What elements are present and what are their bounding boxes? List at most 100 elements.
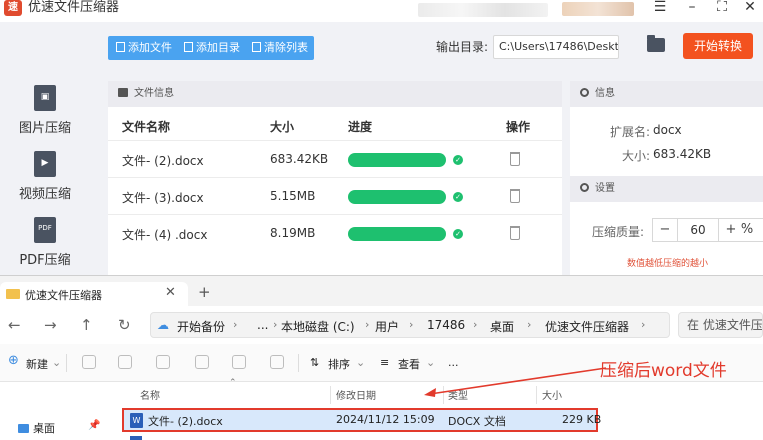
close-tab-icon[interactable]: ✕ xyxy=(165,285,176,300)
output-dir-label: 输出目录: xyxy=(436,40,489,54)
column-header-name[interactable]: 名称 xyxy=(140,387,160,402)
extension-value: docx xyxy=(653,123,682,137)
info-header: 信息 xyxy=(570,81,763,107)
check-icon: ✓ xyxy=(453,155,463,165)
column-header-name: 文件名称 xyxy=(122,120,171,134)
table-row[interactable]: 文件- (4) .docx 8.19MB ✓ xyxy=(108,214,562,251)
decrease-button[interactable]: − xyxy=(653,219,677,241)
start-convert-button[interactable]: 开始转换 xyxy=(683,33,753,59)
breadcrumb[interactable]: 本地磁盘 (C:) xyxy=(281,318,355,335)
sidebar-item-label: 图片压缩 xyxy=(18,121,71,136)
delete-icon[interactable] xyxy=(270,355,284,369)
browse-folder-icon[interactable] xyxy=(647,35,665,52)
file-size: 5.15MB xyxy=(270,189,316,203)
sidebar-item-image-compress[interactable]: ▣ 图片压缩 xyxy=(0,85,90,136)
info-panel: 信息 扩展名: docx 大小: 683.42KB 设置 压缩质量: xyxy=(570,81,763,275)
quality-label: 压缩质量: xyxy=(591,225,644,239)
add-file-button[interactable]: 添加文件 xyxy=(116,36,172,60)
chevron-down-icon: ⌄ xyxy=(52,356,62,369)
check-icon: ✓ xyxy=(453,229,463,239)
file-name: 文件- (2).docx xyxy=(122,154,204,168)
sidebar-item-pdf-compress[interactable]: PDF PDF压缩 xyxy=(0,217,90,268)
delete-icon[interactable] xyxy=(510,226,520,240)
gear-icon xyxy=(580,88,589,97)
view-button[interactable]: 查看 xyxy=(398,356,420,372)
sidebar-item-video-compress[interactable]: ▶ 视频压缩 xyxy=(0,151,90,202)
blurred-avatar xyxy=(562,2,634,16)
file-type: DOCX 文档 xyxy=(448,415,506,428)
table-row[interactable]: W 文件- (2).docx 2024/11/12 15:09 DOCX 文档 … xyxy=(122,408,602,432)
add-directory-button[interactable]: 添加目录 xyxy=(184,36,240,60)
clear-list-button[interactable]: 清除列表 xyxy=(252,36,308,60)
pin-icon: 📌 xyxy=(88,420,101,431)
breadcrumb[interactable]: 用户 xyxy=(375,318,399,335)
folder-icon xyxy=(6,289,20,299)
table-row[interactable]: 文件- (3).docx 5.15MB ✓ xyxy=(108,177,562,214)
breadcrumb[interactable]: 优速文件压缩器 xyxy=(545,318,629,335)
search-input[interactable]: 在 优速文件压缩器 xyxy=(678,312,763,338)
breadcrumb[interactable]: 开始备份 xyxy=(177,318,225,335)
breadcrumb[interactable]: 桌面 xyxy=(490,318,514,335)
back-icon[interactable]: ← xyxy=(8,316,21,334)
column-header-size: 大小 xyxy=(270,120,295,134)
breadcrumb[interactable]: ... xyxy=(257,318,268,332)
compressor-app-window: 速 优速文件压缩器 ☰ – ⛶ ✕ ▣ 图片压缩 ▶ 视频压缩 PDF PDF压… xyxy=(0,0,763,275)
navigation-bar: ← → ↑ ↻ ☁ 开始备份 › ... › 本地磁盘 (C:) › 用户 › … xyxy=(0,306,763,344)
new-tab-button[interactable]: + xyxy=(198,283,211,301)
nav-item-desktop[interactable]: 桌面 xyxy=(33,420,55,436)
file-toolbar: 添加文件 添加目录 清除列表 xyxy=(108,36,314,60)
up-icon[interactable]: ↑ xyxy=(80,316,93,334)
progress-bar xyxy=(348,227,446,241)
backup-icon: ☁ xyxy=(157,318,169,332)
rename-icon[interactable] xyxy=(195,355,209,369)
word-file-icon: W xyxy=(130,413,143,428)
annotation-label: 压缩后word文件 xyxy=(600,361,727,381)
column-header-date[interactable]: 修改日期 xyxy=(336,387,376,402)
word-file-icon xyxy=(130,436,142,440)
table-row[interactable]: 文件- (2).docx 683.42KB ✓ xyxy=(108,140,562,177)
file-size: 683.42KB xyxy=(270,152,329,166)
share-icon[interactable] xyxy=(232,355,246,369)
sort-button[interactable]: 排序 xyxy=(328,356,350,372)
app-logo: 速 xyxy=(4,0,22,16)
add-file-icon xyxy=(116,42,125,52)
column-header-action: 操作 xyxy=(506,120,531,134)
maximize-icon[interactable]: ⛶ xyxy=(712,0,732,16)
annotation-arrow xyxy=(424,367,607,397)
navigation-pane: 桌面 📌 xyxy=(0,382,108,440)
delete-icon[interactable] xyxy=(510,152,520,166)
paste-icon[interactable] xyxy=(156,355,170,369)
new-icon: ⊕ xyxy=(8,353,19,368)
address-bar[interactable]: ☁ 开始备份 › ... › 本地磁盘 (C:) › 用户 › 17486 › … xyxy=(150,312,670,338)
tab-explorer[interactable]: 优速文件压缩器 ✕ xyxy=(0,282,188,306)
table-row[interactable] xyxy=(122,434,598,440)
breadcrumb[interactable]: 17486 xyxy=(427,318,465,332)
check-icon: ✓ xyxy=(453,192,463,202)
menu-icon[interactable]: ☰ xyxy=(650,0,670,16)
file-size: 229 KB xyxy=(562,413,602,426)
progress-bar xyxy=(348,190,446,204)
size-value: 683.42KB xyxy=(653,147,712,161)
chevron-down-icon: ⌄ xyxy=(356,356,366,369)
video-file-icon: ▶ xyxy=(34,151,56,177)
quality-input[interactable]: 60 xyxy=(677,219,719,241)
add-folder-icon xyxy=(184,42,193,52)
delete-icon[interactable] xyxy=(510,189,520,203)
tab-title: 优速文件压缩器 xyxy=(25,289,102,302)
blurred-region xyxy=(418,3,548,17)
file-list-panel: 文件信息 文件名称 大小 进度 操作 文件- (2).docx 683.42KB… xyxy=(108,81,562,275)
image-file-icon: ▣ xyxy=(34,85,56,111)
quality-stepper[interactable]: − 60 + % xyxy=(652,218,763,242)
output-dir-input[interactable]: C:\Users\17486\Deskto xyxy=(493,35,619,59)
minimize-icon[interactable]: – xyxy=(682,0,702,16)
quality-hint: 数值越低压缩的越小 xyxy=(627,259,709,269)
close-icon[interactable]: ✕ xyxy=(740,0,760,16)
pdf-file-icon: PDF xyxy=(34,217,56,243)
sort-caret-icon: ⌃ xyxy=(229,378,237,388)
new-button[interactable]: 新建 xyxy=(26,356,48,372)
gear-icon xyxy=(580,183,589,192)
refresh-icon[interactable]: ↻ xyxy=(118,316,131,334)
cut-icon[interactable] xyxy=(82,355,96,369)
copy-icon[interactable] xyxy=(118,355,132,369)
forward-icon[interactable]: → xyxy=(44,316,57,334)
